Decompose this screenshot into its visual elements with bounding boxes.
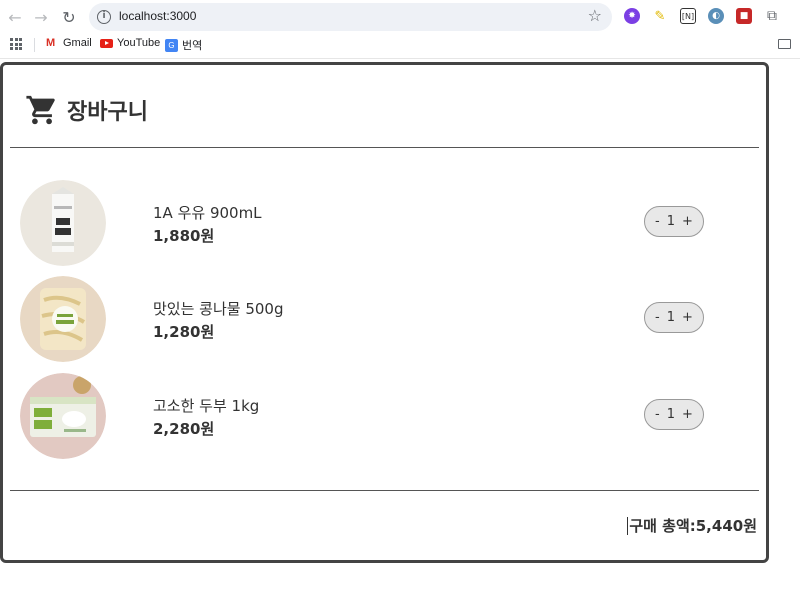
- page-title: 장바구니: [67, 100, 148, 125]
- bookmark-label: 번역: [182, 40, 203, 52]
- shopping-cart-icon: [26, 95, 55, 125]
- product-image-bean-sprouts: [20, 276, 106, 362]
- bookmark-label: Gmail: [63, 37, 92, 49]
- forward-arrow-icon[interactable]: →: [31, 7, 51, 27]
- browser-toolbar: ← → ↻ i localhost:3000 ☆ ✸ ✎ [N] ◐ ■ ⧉: [0, 0, 800, 34]
- decrease-button[interactable]: -: [655, 310, 660, 325]
- quantity-value: 1: [666, 214, 676, 229]
- quantity-stepper: - 1 +: [644, 206, 704, 237]
- text-cursor: [627, 516, 629, 535]
- quantity-value: 1: [666, 407, 676, 422]
- bookmark-youtube[interactable]: YouTube: [100, 37, 160, 49]
- quantity-stepper: - 1 +: [644, 399, 704, 430]
- header-divider: [10, 147, 759, 148]
- increase-button[interactable]: +: [682, 407, 693, 422]
- translate-icon: G: [165, 38, 178, 52]
- extensions-puzzle-icon[interactable]: ⧉: [764, 8, 780, 24]
- back-arrow-icon[interactable]: ←: [5, 7, 25, 27]
- product-name: 1A 우유 900mL: [153, 204, 262, 222]
- product-image-milk: [20, 180, 106, 266]
- cart-item: 1A 우유 900mL 1,880원 - 1 +: [20, 180, 710, 266]
- bookmarks-bar: M Gmail YouTube G 번역: [0, 34, 800, 56]
- quantity-stepper: - 1 +: [644, 302, 704, 333]
- reload-icon[interactable]: ↻: [59, 7, 79, 27]
- footer-divider: [10, 490, 759, 491]
- cart-header: 장바구니: [25, 93, 148, 127]
- product-price: 2,280원: [153, 420, 215, 438]
- product-price: 1,880원: [153, 227, 215, 245]
- product-name: 고소한 두부 1kg: [153, 397, 260, 415]
- bookmark-star-icon[interactable]: ☆: [588, 6, 602, 25]
- cart-item: 맛있는 콩나물 500g 1,280원 - 1 +: [20, 276, 710, 362]
- apps-grid-icon[interactable]: [10, 38, 22, 50]
- extension-bracket-icon[interactable]: [N]: [680, 8, 696, 24]
- gmail-icon: M: [46, 37, 56, 49]
- total-label: 구매 총액:: [629, 517, 696, 535]
- total-value: 5,440원: [695, 517, 757, 535]
- extension-red-icon[interactable]: ■: [736, 8, 752, 24]
- order-total: 구매 총액: 5,440원: [627, 515, 757, 536]
- cart-item: 고소한 두부 1kg 2,280원 - 1 +: [20, 373, 710, 459]
- bookmark-separator: [34, 38, 35, 52]
- quantity-value: 1: [666, 310, 676, 325]
- youtube-icon: [100, 38, 113, 48]
- url-text[interactable]: localhost:3000: [119, 9, 196, 23]
- product-image-tofu: [20, 373, 106, 459]
- increase-button[interactable]: +: [682, 214, 693, 229]
- product-name: 맛있는 콩나물 500g: [153, 300, 284, 318]
- bookmark-gmail[interactable]: M Gmail: [46, 37, 92, 49]
- decrease-button[interactable]: -: [655, 214, 660, 229]
- increase-button[interactable]: +: [682, 310, 693, 325]
- extension-pen-icon[interactable]: ✎: [652, 8, 668, 24]
- product-price: 1,280원: [153, 323, 215, 341]
- address-bar[interactable]: i localhost:3000 ☆: [89, 3, 612, 31]
- decrease-button[interactable]: -: [655, 407, 660, 422]
- bookmark-translate[interactable]: G 번역: [165, 37, 202, 53]
- toolbar-divider: [0, 58, 800, 59]
- extension-globe-icon[interactable]: ◐: [708, 8, 724, 24]
- extension-purple-icon[interactable]: ✸: [624, 8, 640, 24]
- cart-panel: 장바구니 1A 우유 900mL 1,880원 - 1 + 맛있는 콩나물 50…: [0, 62, 769, 563]
- site-info-icon[interactable]: i: [97, 10, 111, 24]
- bookmark-label: YouTube: [117, 37, 161, 49]
- folder-icon[interactable]: [778, 39, 791, 49]
